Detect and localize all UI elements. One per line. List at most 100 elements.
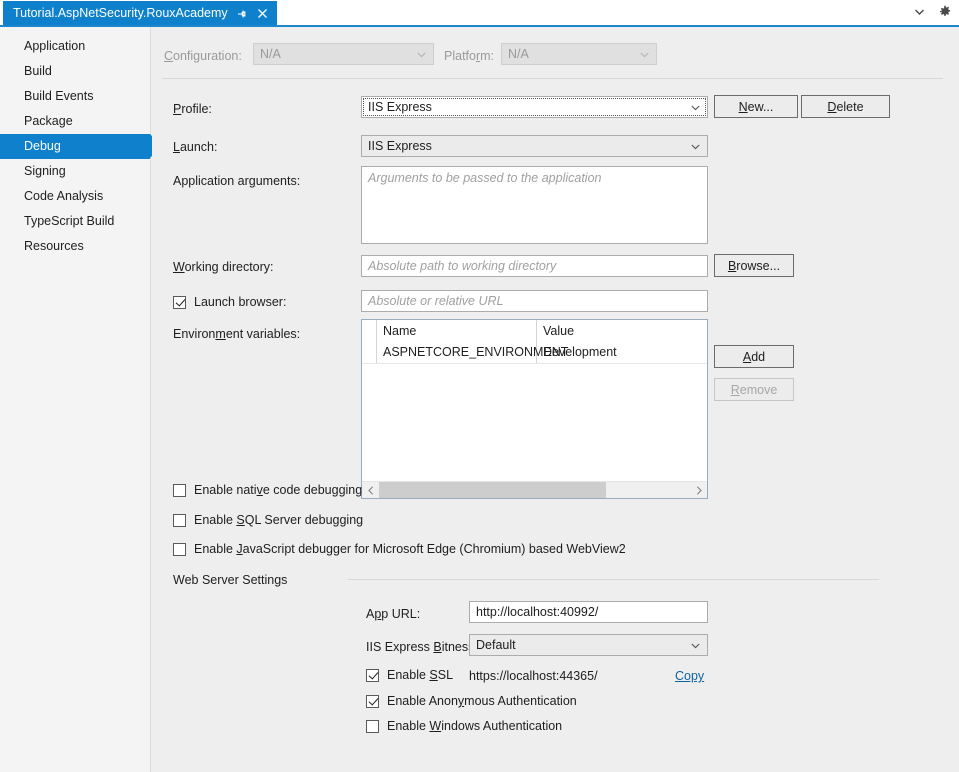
enable-javascript-debugger-checkbox[interactable] [173,543,186,556]
profile-value: IIS Express [368,100,432,114]
grid-horizontal-scrollbar[interactable] [362,481,707,498]
enable-windows-authentication-row[interactable]: Enable Windows Authentication [366,719,562,733]
browse-button[interactable]: Browse... [714,254,794,277]
chevron-down-icon [640,47,649,61]
working-directory-input[interactable]: Absolute path to working directory [361,255,708,277]
row-selector-cell[interactable] [362,341,377,363]
launch-value: IIS Express [368,139,432,153]
copy-ssl-url-link[interactable]: Copy [675,669,704,683]
profile-label: Profile: [173,102,212,116]
chevron-down-icon [691,100,700,114]
pin-icon[interactable] [235,7,249,21]
sidebar-item-application[interactable]: Application [0,34,150,59]
enable-native-code-debugging-checkbox[interactable] [173,484,186,497]
enable-native-code-debugging-label: Enable native code debugging [194,483,362,497]
configuration-label: Configuration: [164,49,242,63]
iis-express-bitness-dropdown[interactable]: Default [469,634,708,656]
environment-variables-label: Environment variables: [173,327,300,341]
launch-browser-label: Launch browser: [194,295,286,309]
chevron-right-icon[interactable] [690,482,707,498]
enable-ssl-checkbox[interactable] [366,669,379,682]
browse-label: Browse... [728,259,780,273]
enable-javascript-debugger-row[interactable]: Enable JavaScript debugger for Microsoft… [173,542,626,556]
column-header-value[interactable]: Value [537,320,707,341]
web-server-separator [348,579,879,580]
chevron-down-icon [691,638,700,652]
add-env-var-button[interactable]: Add [714,345,794,368]
ssl-url-value: https://localhost:44365/ [469,669,598,683]
tab-title: Tutorial.AspNetSecurity.RouxAcademy [13,1,228,26]
sidebar-item-signing[interactable]: Signing [0,159,150,184]
launch-browser-row[interactable]: Launch browser: [173,295,286,309]
launch-browser-url-input[interactable]: Absolute or relative URL [361,290,708,312]
enable-sql-server-debugging-checkbox[interactable] [173,514,186,527]
web-server-settings-title: Web Server Settings [173,573,287,587]
platform-dropdown: N/A [501,43,657,65]
close-icon[interactable] [256,7,270,21]
sidebar-item-resources[interactable]: Resources [0,234,150,259]
launch-label: Launch: [173,140,217,154]
new-profile-button[interactable]: New... [714,95,798,118]
enable-anonymous-authentication-checkbox[interactable] [366,695,379,708]
sidebar-item-build-events[interactable]: Build Events [0,84,150,109]
launch-dropdown[interactable]: IIS Express [361,135,708,157]
enable-javascript-debugger-label: Enable JavaScript debugger for Microsoft… [194,542,626,556]
tab-strip: Tutorial.AspNetSecurity.RouxAcademy [0,0,959,27]
app-url-input[interactable]: http://localhost:40992/ [469,601,708,623]
toolbar-separator [162,78,943,79]
sidebar-item-debug[interactable]: Debug [0,134,150,159]
new-profile-label: New... [739,100,774,114]
grid-body: ASPNETCORE_ENVIRONMENT Development [362,341,707,481]
env-var-value[interactable]: Development [537,341,707,363]
table-row[interactable]: ASPNETCORE_ENVIRONMENT Development [362,341,707,364]
enable-anonymous-authentication-row[interactable]: Enable Anonymous Authentication [366,694,577,708]
platform-value: N/A [508,47,529,61]
project-properties-window: Tutorial.AspNetSecurity.RouxAcademy [0,0,959,772]
tab-project-properties[interactable]: Tutorial.AspNetSecurity.RouxAcademy [3,1,277,26]
platform-label: Platform: [444,49,494,63]
column-header-name[interactable]: Name [377,320,537,341]
scrollbar-thumb[interactable] [379,482,606,498]
chevron-left-icon[interactable] [362,482,379,498]
sidebar-item-package[interactable]: Package [0,109,150,134]
app-url-label: App URL: [366,607,420,621]
tab-strip-actions [911,3,953,21]
enable-sql-server-debugging-label: Enable SQL Server debugging [194,513,363,527]
grid-header-row: Name Value [362,320,707,342]
sidebar-item-typescript-build[interactable]: TypeScript Build [0,209,150,234]
enable-ssl-label: Enable SSL [387,668,453,682]
properties-sidebar: Application Build Build Events Package D… [0,27,151,772]
configuration-value: N/A [260,47,281,61]
add-label: Add [743,350,765,364]
launch-browser-checkbox[interactable] [173,296,186,309]
enable-ssl-row[interactable]: Enable SSL [366,668,453,682]
profile-dropdown[interactable]: IIS Express [361,96,708,118]
sidebar-item-code-analysis[interactable]: Code Analysis [0,184,150,209]
grid-selector-cell [362,320,377,341]
content-area: Application Build Build Events Package D… [0,27,959,772]
enable-sql-server-debugging-row[interactable]: Enable SQL Server debugging [173,513,363,527]
application-arguments-input[interactable]: Arguments to be passed to the applicatio… [361,166,708,244]
working-directory-label: Working directory: [173,260,274,274]
remove-label: Remove [731,383,778,397]
launch-browser-url-placeholder: Absolute or relative URL [368,294,503,308]
delete-profile-button[interactable]: Delete [801,95,890,118]
working-directory-placeholder: Absolute path to working directory [368,259,556,273]
enable-anonymous-authentication-label: Enable Anonymous Authentication [387,694,577,708]
enable-windows-authentication-label: Enable Windows Authentication [387,719,562,733]
iis-express-bitness-label: IIS Express Bitness: [366,640,478,654]
chevron-down-icon [691,139,700,153]
chevron-down-icon [417,47,426,61]
env-var-name[interactable]: ASPNETCORE_ENVIRONMENT [377,341,537,363]
sidebar-item-build[interactable]: Build [0,59,150,84]
gear-icon[interactable] [937,3,953,21]
environment-variables-grid[interactable]: Name Value ASPNETCORE_ENVIRONMENT Develo… [361,319,708,499]
chevron-down-icon[interactable] [911,3,927,21]
configuration-dropdown: N/A [253,43,434,65]
enable-windows-authentication-checkbox[interactable] [366,720,379,733]
enable-native-code-debugging-row[interactable]: Enable native code debugging [173,483,362,497]
delete-profile-label: Delete [827,100,863,114]
scrollbar-track[interactable] [379,482,690,498]
application-arguments-placeholder: Arguments to be passed to the applicatio… [368,171,601,185]
application-arguments-label: Application arguments: [173,174,300,188]
